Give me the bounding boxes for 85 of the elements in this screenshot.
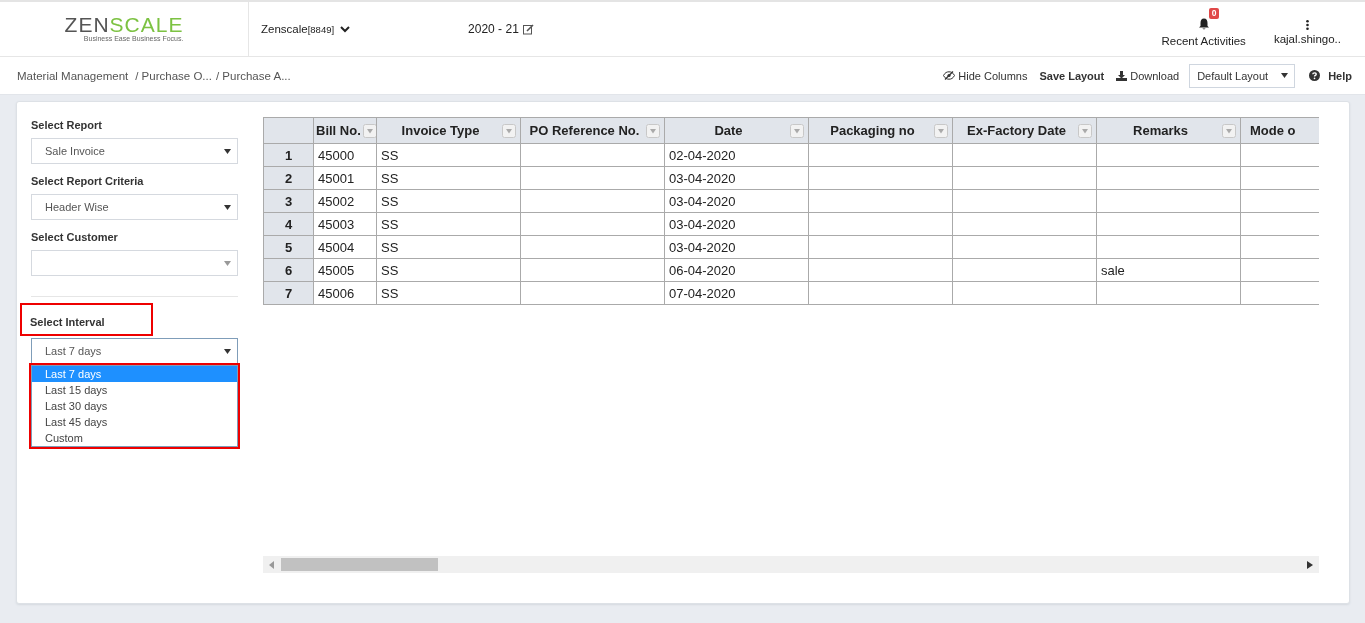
filter-caret-icon[interactable]: [790, 123, 804, 138]
select-field[interactable]: [31, 250, 238, 276]
table-cell: 45002: [318, 193, 355, 209]
caret-down-icon: [224, 260, 231, 266]
dropdown-option[interactable]: Last 45 days: [32, 414, 237, 430]
row-number: 2: [263, 166, 314, 190]
help-icon: [1309, 70, 1321, 81]
row-number: 1: [263, 143, 314, 167]
table-cell: SS: [381, 285, 399, 301]
download-icon: [1116, 70, 1128, 81]
table-cell: 45001: [318, 170, 355, 186]
horizontal-scrollbar[interactable]: [263, 556, 1319, 573]
table-cell: SS: [381, 193, 399, 209]
column-header: Packaging no: [829, 123, 916, 138]
table-cell: 03-04-2020: [669, 239, 736, 255]
breadcrumb-link[interactable]: Material Management: [17, 69, 129, 82]
row-number: 6: [263, 258, 314, 282]
caret-down-icon: [224, 348, 231, 354]
select-field[interactable]: Last 7 days: [31, 338, 238, 364]
caret-down-icon: [1281, 73, 1289, 78]
field-label: Select Customer: [31, 231, 119, 243]
notification-count: 0: [1208, 7, 1220, 19]
select-field[interactable]: Header Wise: [31, 194, 238, 220]
table-cell: SS: [381, 170, 399, 186]
column-header: Bill No.: [316, 123, 361, 138]
fiscal-year: 2020 - 21: [468, 22, 519, 36]
row-number: 4: [263, 212, 314, 236]
table-cell: SS: [381, 239, 399, 255]
table-cell: 45003: [318, 216, 355, 232]
scroll-left-icon[interactable]: [269, 560, 275, 569]
table-cell: 45000: [318, 147, 355, 163]
table-cell: 03-04-2020: [669, 170, 736, 186]
table-cell: 06-04-2020: [669, 262, 736, 278]
breadcrumb-link[interactable]: / Purchase A...: [215, 69, 291, 82]
save-layout-button[interactable]: Save Layout: [1039, 69, 1105, 82]
filter-caret-icon[interactable]: [502, 123, 516, 138]
company-selector[interactable]: Zenscale[8849]: [261, 23, 351, 35]
field-label: Select Report: [31, 119, 103, 131]
table-cell: 03-04-2020: [669, 193, 736, 209]
column-header: PO Reference No.: [528, 123, 641, 138]
column-header: Date: [713, 123, 744, 138]
table-cell: sale: [1101, 262, 1125, 278]
dropdown-option[interactable]: Last 15 days: [32, 382, 237, 398]
table-cell: 02-04-2020: [669, 147, 736, 163]
eye-slash-icon: [943, 71, 956, 80]
column-header: Invoice Type: [400, 123, 481, 138]
hide-columns-button[interactable]: Hide Columns: [943, 69, 1028, 82]
bell-icon[interactable]: [1197, 17, 1210, 30]
scroll-right-icon[interactable]: [1307, 560, 1313, 569]
filter-caret-icon[interactable]: [362, 123, 376, 138]
table-cell: SS: [381, 147, 399, 163]
chevron-down-icon: [340, 25, 351, 33]
edit-icon[interactable]: [522, 23, 534, 35]
filter-caret-icon[interactable]: [934, 123, 948, 138]
download-button[interactable]: Download: [1116, 69, 1180, 82]
layout-dropdown[interactable]: Default Layout: [1189, 63, 1296, 88]
column-header: Remarks: [1132, 123, 1189, 138]
more-vertical-icon[interactable]: [1305, 19, 1309, 30]
row-number: 3: [263, 189, 314, 213]
row-number: 7: [263, 281, 314, 305]
column-header: Mode o: [1250, 123, 1296, 138]
dropdown-option[interactable]: Last 30 days: [32, 398, 237, 414]
dropdown-option[interactable]: Custom: [32, 430, 237, 446]
select-field[interactable]: Sale Invoice: [31, 138, 238, 164]
filter-caret-icon[interactable]: [646, 123, 660, 138]
table-cell: 45006: [318, 285, 355, 301]
field-label: Select Interval: [22, 305, 151, 334]
column-header: Ex-Factory Date: [966, 123, 1067, 138]
help-button[interactable]: Help: [1309, 69, 1352, 82]
caret-down-icon: [224, 204, 231, 210]
breadcrumb-link[interactable]: / Purchase O...: [135, 69, 212, 82]
scrollbar-thumb[interactable]: [281, 558, 438, 571]
table-cell: 45004: [318, 239, 355, 255]
filter-caret-icon[interactable]: [1222, 123, 1236, 138]
table-cell: SS: [381, 262, 399, 278]
table-cell: 07-04-2020: [669, 285, 736, 301]
field-label: Select Report Criteria: [31, 175, 145, 187]
recent-activities-link[interactable]: Recent Activities: [1161, 34, 1246, 47]
filter-caret-icon[interactable]: [1078, 123, 1092, 138]
row-number: 5: [263, 235, 314, 259]
table-cell: SS: [381, 216, 399, 232]
caret-down-icon: [224, 148, 231, 154]
table-cell: 45005: [318, 262, 355, 278]
user-name[interactable]: kajal.shingo..: [1273, 32, 1341, 45]
table-cell: 03-04-2020: [669, 216, 736, 232]
